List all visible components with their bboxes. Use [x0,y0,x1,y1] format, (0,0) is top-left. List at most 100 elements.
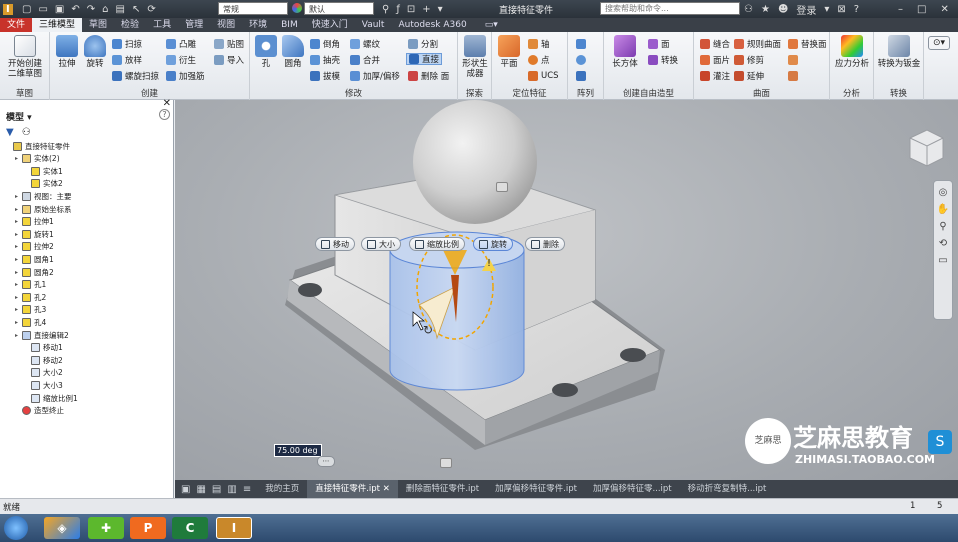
tree-item[interactable]: ▸ 原始坐标系 [15,203,72,215]
look-at-icon[interactable]: ▭ [938,255,947,266]
document-tab[interactable]: 加厚偏移特征零...ipt [585,480,680,498]
tree-item[interactable]: 直接特征零件 [6,140,70,152]
app-orange-taskbar-icon[interactable]: P [130,517,166,539]
inventor-taskbar-icon[interactable]: I [216,517,252,539]
ribbon-tab[interactable]: 草图 [82,18,114,32]
sweep-button[interactable]: 扫掠 [112,38,142,50]
tree-item[interactable]: ▸ 视图：主要 [15,190,72,202]
pan-icon[interactable]: ✋ [937,204,949,215]
point-button[interactable]: 点 [528,54,550,66]
app-green-taskbar-icon[interactable]: ✚ [88,517,124,539]
ribbon-tab[interactable]: Vault [355,18,392,32]
maximize-icon[interactable]: □ [917,4,926,15]
open-icon[interactable]: ▭ [38,4,47,15]
move-button[interactable]: 移动 [315,237,355,251]
thread-button[interactable]: 螺纹 [350,38,380,50]
combine-button[interactable]: 合并 [350,54,380,66]
home-icon[interactable]: ⌂ [102,4,108,15]
search-input[interactable]: 搜索帮助和命令... [600,2,740,15]
measure-icon[interactable]: ⚲ [382,4,389,15]
extrude-button[interactable]: 拉伸 [54,35,80,69]
steering-wheel-icon[interactable]: ◎ [939,187,948,198]
browser-title[interactable]: 模型 ▾ [6,110,32,123]
start-button[interactable] [4,516,28,540]
view-cube[interactable] [909,129,944,167]
ribbon-tab[interactable]: 三维模型 [32,18,83,32]
ribbon-tab[interactable]: 文件 [0,18,33,32]
undo-icon[interactable]: ↶ [71,4,79,15]
revolve-button[interactable]: 旋转 [82,35,108,69]
shell-button[interactable]: 抽壳 [310,54,340,66]
fit-mesh-button[interactable] [788,70,801,82]
expand-icon[interactable]: ▸ [15,218,22,225]
fillet-button[interactable]: 圆角 [280,35,306,69]
help-icon[interactable]: ? [854,4,859,15]
binoculars-icon[interactable]: ⚇ [744,4,753,15]
tree-item[interactable]: 缩放比例1 [24,392,78,404]
update-icon[interactable]: ⟳ [147,4,155,15]
explorer-taskbar-icon[interactable]: ◈ [44,517,80,539]
size-button[interactable]: 大小 [361,237,401,251]
appearance-combo[interactable]: 默认 [304,2,374,15]
patch-button[interactable]: 面片 [700,54,730,66]
expand-icon[interactable]: ▸ [15,281,22,288]
expand-icon[interactable]: ▸ [15,193,22,200]
ribbon-tab[interactable]: BIM [274,18,305,32]
more-options-icon[interactable]: ⋯ [317,456,335,467]
expand-icon[interactable]: ▸ [15,294,22,301]
app-c-taskbar-icon[interactable]: C [172,517,208,539]
apply-glyph-icon[interactable] [496,182,508,192]
binoculars-icon[interactable]: ⚇ [22,127,31,138]
expand-icon[interactable]: ▸ [15,269,22,276]
rotate-button[interactable]: 旋转 [473,237,513,251]
tree-item[interactable]: ▸ 孔4 [15,316,46,328]
ribbon-tab[interactable]: Autodesk A360 [391,18,473,32]
freeform-face-button[interactable]: 面 [648,38,670,50]
star-icon[interactable]: ★ [761,4,770,15]
minimize-icon[interactable]: – [898,4,903,15]
ruled-surface-button[interactable]: 规则曲面 [734,38,781,50]
properties-icon[interactable]: ⊡ [407,4,415,15]
expand-icon[interactable]: ▸ [15,206,22,213]
direct-button[interactable]: 直接 [406,53,443,65]
redo-icon[interactable]: ↷ [87,4,95,15]
zoom-icon[interactable]: ⚲ [939,221,946,232]
repair-button[interactable] [788,54,801,66]
shape-generator-button[interactable]: 形状生成器 [460,35,490,79]
coil-button[interactable]: 螺旋扫掠 [112,70,159,82]
document-tab[interactable]: 删除面特征零件.ipt [398,480,487,498]
select-icon[interactable]: ↖ [132,4,140,15]
filter-icon[interactable]: ▼ [6,127,14,138]
box-button[interactable]: 长方体 [610,35,640,69]
split-button[interactable]: 分割 [408,38,438,50]
horizontal-icon[interactable]: ▤ [212,484,221,495]
trim-button[interactable]: 修剪 [734,54,764,66]
ribbon-tab[interactable]: 工具 [146,18,178,32]
style-combo[interactable]: 常规 [218,2,288,15]
ribbon-tab[interactable]: 视图 [210,18,242,32]
chamfer-button[interactable]: 倒角 [310,38,340,50]
graphics-viewport[interactable]: ↻ 移动 大小 缩放比例 旋转 删除 ! 75.00 deg ⋯ ◎ ✋ ⚲ ⟲… [175,100,958,480]
tree-item[interactable]: 移动1 [24,342,63,354]
expand-icon[interactable]: ▸ [15,306,22,313]
save-icon[interactable]: ▣ [55,4,64,15]
app-menu-button[interactable]: I [3,2,13,16]
print-icon[interactable]: ▤ [116,4,125,15]
vertical-icon[interactable]: ▥ [227,484,236,495]
rib-button[interactable]: 加强筋 [166,70,205,82]
document-tab[interactable]: 我的主页 [257,480,307,498]
expand-icon[interactable]: ▸ [15,319,22,326]
ribbon-tab[interactable]: 快速入门 [305,18,355,32]
draft-button[interactable]: 拔模 [310,70,340,82]
expand-icon[interactable]: ▸ [15,332,22,339]
login-link[interactable]: 登录 [796,2,816,17]
replace-face-button[interactable]: 替换面 [788,38,827,50]
import-button[interactable]: 导入 [214,54,244,66]
dropdown-icon[interactable]: ▾ [438,4,443,15]
new-icon[interactable]: ▢ [22,4,31,15]
chevron-down-icon[interactable]: ▾ [824,4,829,15]
ucs-button[interactable]: UCS [528,70,559,82]
tree-item[interactable]: ▸ 旋转1 [15,228,54,240]
plane-button[interactable]: 平面 [495,35,523,69]
ribbon-tab[interactable]: 环境 [242,18,274,32]
